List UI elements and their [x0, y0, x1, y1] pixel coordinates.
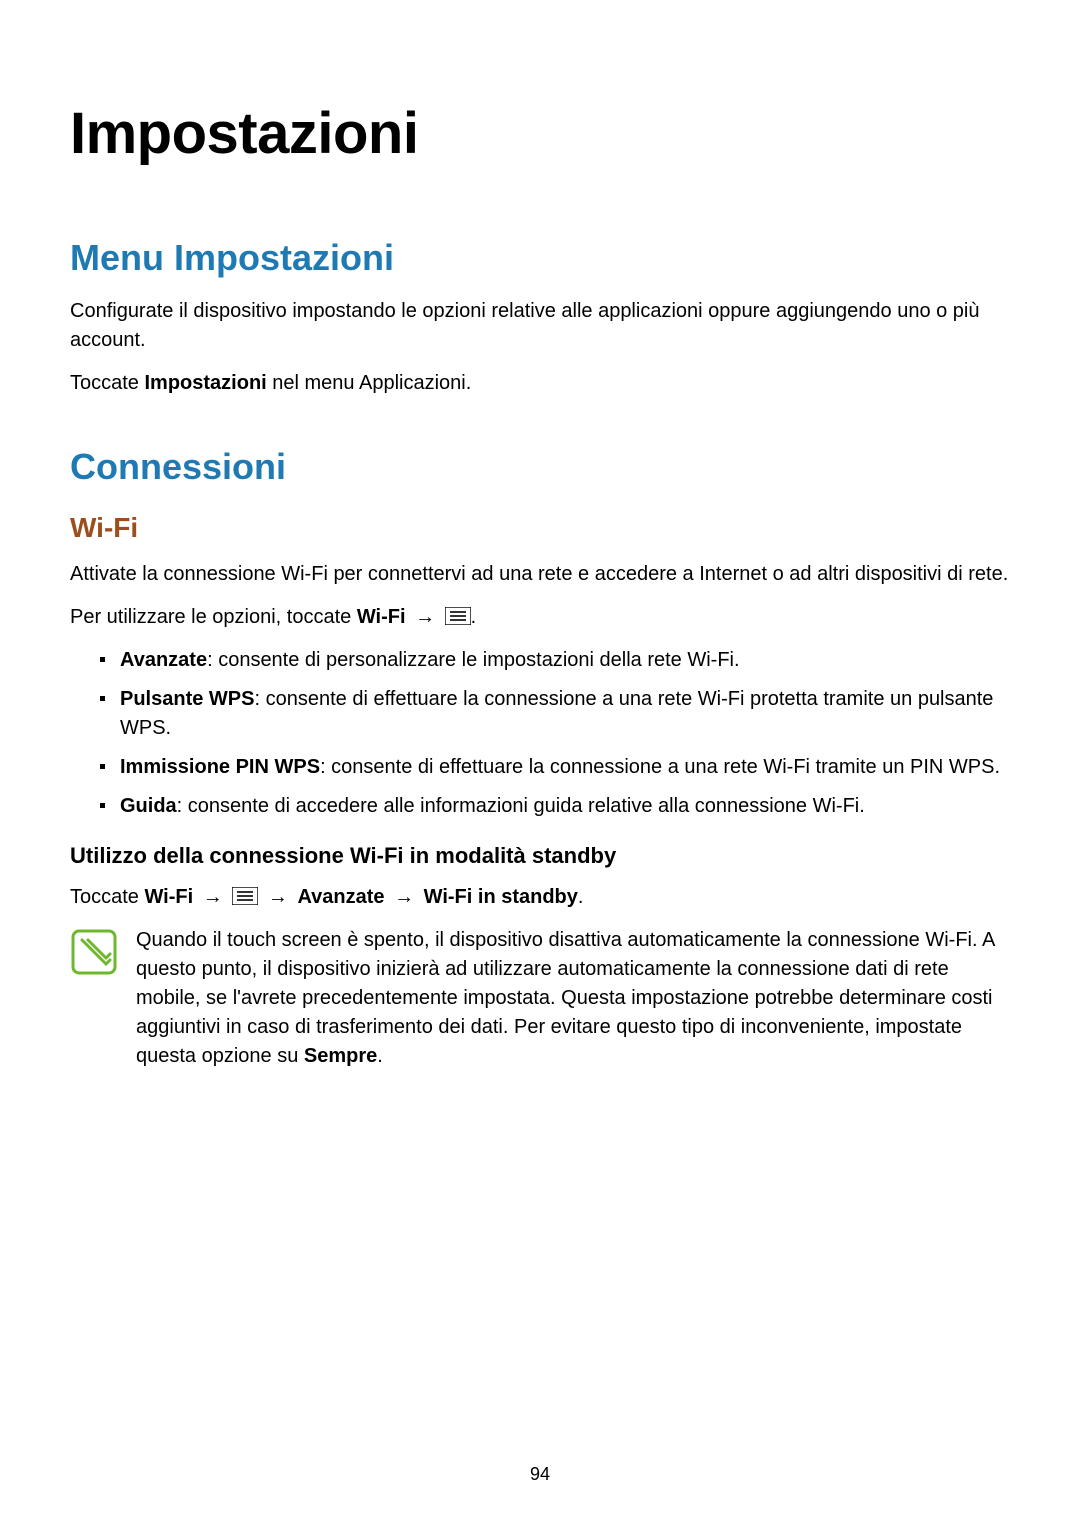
list-item: Pulsante WPS: consente di effettuare la …: [100, 685, 1010, 743]
note-text: Quando il touch screen è spento, il disp…: [136, 926, 1010, 1071]
menu-icon: [232, 887, 258, 905]
note-block: Quando il touch screen è spento, il disp…: [70, 926, 1010, 1071]
list-item-bold: Pulsante WPS: [120, 688, 254, 710]
subsection-title-wifi: Wi-Fi: [70, 512, 1010, 544]
note-icon: [70, 928, 118, 981]
bold-wifi: Wi-Fi: [144, 886, 193, 908]
bold-wifi: Wi-Fi: [357, 606, 406, 628]
menu-icon: [445, 607, 471, 625]
text-fragment: Toccate: [70, 886, 144, 908]
text-fragment: nel menu Applicazioni.: [267, 372, 472, 394]
arrow-icon: →: [264, 886, 292, 908]
wifi-options-list: Avanzate: consente di personalizzare le …: [70, 646, 1010, 821]
wifi-paragraph-1: Attivate la connessione Wi-Fi per connet…: [70, 560, 1010, 589]
section-title-connessioni: Connessioni: [70, 446, 1010, 488]
text-fragment: .: [377, 1045, 383, 1067]
text-fragment: .: [578, 886, 584, 908]
list-item: Avanzate: consente di personalizzare le …: [100, 646, 1010, 675]
text-fragment: Per utilizzare le opzioni, toccate: [70, 606, 357, 628]
subsubsection-title-standby: Utilizzo della connessione Wi-Fi in moda…: [70, 843, 1010, 869]
text-fragment: Toccate: [70, 372, 144, 394]
list-item-bold: Immissione PIN WPS: [120, 756, 320, 778]
page-title: Impostazioni: [70, 100, 1010, 167]
list-item-bold: Avanzate: [120, 649, 207, 671]
page-number: 94: [0, 1464, 1080, 1485]
list-item-text: : consente di accedere alle informazioni…: [177, 795, 865, 817]
list-item: Guida: consente di accedere alle informa…: [100, 792, 1010, 821]
bold-impostazioni: Impostazioni: [144, 372, 266, 394]
bold-sempre: Sempre: [304, 1045, 377, 1067]
bold-avanzate: Avanzate: [297, 886, 384, 908]
text-fragment: Quando il touch screen è spento, il disp…: [136, 929, 994, 1067]
arrow-icon: →: [199, 886, 227, 908]
standby-sequence: Toccate Wi-Fi → → Avanzate → Wi-Fi in st…: [70, 883, 1010, 912]
page-content: Impostazioni Menu Impostazioni Configura…: [0, 0, 1080, 1071]
bold-wifi-standby: Wi-Fi in standby: [424, 886, 578, 908]
text-fragment: .: [471, 606, 477, 628]
list-item-bold: Guida: [120, 795, 177, 817]
wifi-paragraph-2: Per utilizzare le opzioni, toccate Wi-Fi…: [70, 603, 1010, 632]
arrow-icon: →: [390, 886, 418, 908]
arrow-icon: →: [411, 606, 439, 628]
list-item-text: : consente di effettuare la connessione …: [320, 756, 1000, 778]
list-item-text: : consente di personalizzare le impostaz…: [207, 649, 739, 671]
section1-paragraph-2: Toccate Impostazioni nel menu Applicazio…: [70, 369, 1010, 398]
section-title-menu-impostazioni: Menu Impostazioni: [70, 237, 1010, 279]
list-item: Immissione PIN WPS: consente di effettua…: [100, 753, 1010, 782]
section1-paragraph-1: Configurate il dispositivo impostando le…: [70, 297, 1010, 355]
